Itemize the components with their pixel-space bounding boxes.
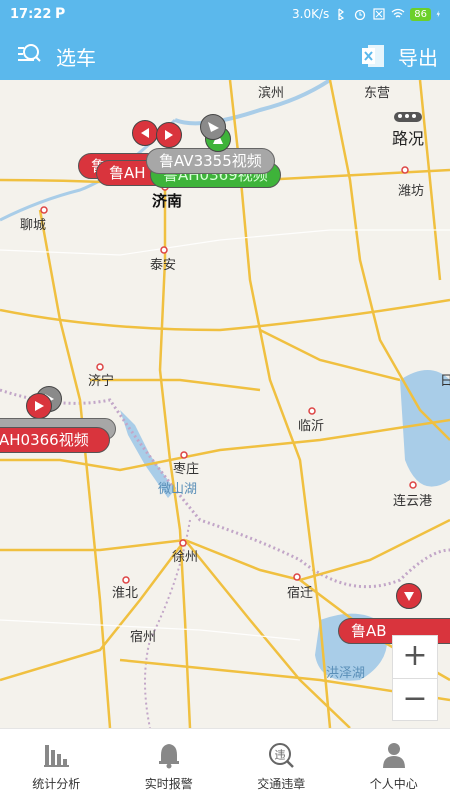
city-taian: 泰安 (150, 258, 177, 273)
city-suzhou: 宿州 (130, 630, 157, 645)
city-ri: 日 (440, 374, 450, 389)
city-huaibei: 淮北 (112, 586, 139, 601)
battery-indicator: 86 (410, 7, 431, 21)
select-vehicle-icon[interactable] (16, 42, 42, 68)
parking-icon: P (55, 6, 66, 22)
lake-hongze: 洪泽湖 (326, 666, 366, 681)
city-linyi: 临沂 (298, 419, 325, 434)
lake-weishan: 微山湖 (158, 482, 198, 497)
vehicle-marker[interactable] (396, 583, 422, 609)
zoom-control: + − (392, 635, 438, 721)
vehicle-marker[interactable] (132, 120, 158, 146)
app-header: 选车 导出 (0, 30, 450, 80)
wifi-icon (391, 8, 405, 18)
zoom-in-button[interactable]: + (393, 636, 437, 678)
violation-icon: 违 (269, 743, 295, 768)
city-weifang: 潍坊 (398, 184, 425, 199)
sim-icon (373, 8, 385, 20)
vehicle-label[interactable]: 鲁AV3355视频 (146, 148, 275, 174)
city-jining: 济宁 (88, 374, 115, 389)
city-zaozhuang: 枣庄 (173, 462, 200, 477)
city-xuzhou: 徐州 (172, 550, 199, 565)
select-vehicle-button[interactable]: 选车 (56, 42, 96, 71)
status-bar: 17:22 P 3.0K/s 86 (0, 0, 450, 30)
map-view[interactable]: 滨州 东营 济南 潍坊 聊城 泰安 济宁 临沂 枣庄 连云港 徐州 淮北 宿迁 … (0, 80, 450, 728)
bar-chart-icon (44, 745, 70, 767)
status-time: 17:22 (10, 7, 52, 22)
network-speed: 3.0K/s (292, 7, 330, 21)
bottom-nav: 统计分析 实时报警 违 交通违章 个人中心 (0, 728, 450, 800)
direction-arrow-icon (141, 128, 149, 138)
nav-violation[interactable]: 违 交通违章 (225, 729, 338, 800)
status-right: 3.0K/s 86 (292, 7, 444, 21)
direction-arrow-icon (35, 401, 44, 411)
direction-arrow-icon (404, 592, 414, 601)
nav-statistics[interactable]: 统计分析 (0, 729, 113, 800)
direction-arrow-icon (165, 130, 173, 140)
city-lianyungang: 连云港 (393, 494, 433, 509)
nav-alarm-label: 实时报警 (144, 777, 193, 791)
alarm-icon (355, 9, 366, 20)
vehicle-marker[interactable] (26, 393, 52, 419)
direction-arrow-icon (208, 122, 219, 132)
nav-alarm[interactable]: 实时报警 (113, 729, 226, 800)
vehicle-marker[interactable] (156, 122, 182, 148)
charging-icon (436, 10, 440, 18)
nav-profile-label: 个人中心 (369, 777, 418, 791)
city-suqian: 宿迁 (287, 586, 314, 601)
city-binzhou: 滨州 (258, 86, 285, 101)
city-jinan: 济南 (152, 192, 183, 210)
city-liaocheng: 聊城 (20, 218, 47, 233)
vehicle-marker[interactable] (200, 114, 226, 140)
nav-violation-label: 交通违章 (257, 777, 306, 791)
zoom-out-button[interactable]: − (393, 679, 437, 721)
road-condition-toggle[interactable]: 路况 (390, 108, 430, 148)
app-root: 17:22 P 3.0K/s 86 选车 导出 滨州 东营 济南 潍坊 聊城 泰… (0, 0, 450, 800)
nav-statistics-label: 统计分析 (32, 777, 81, 791)
yellow-river (174, 80, 332, 126)
road-condition-label: 路况 (392, 129, 425, 148)
svg-text:违: 违 (275, 749, 286, 762)
city-dongying: 东营 (364, 86, 391, 101)
bluetooth-icon (338, 8, 345, 20)
export-button[interactable]: 导出 (398, 42, 438, 71)
nav-profile[interactable]: 个人中心 (338, 729, 450, 800)
excel-icon[interactable] (360, 43, 386, 69)
bell-icon (158, 744, 179, 769)
person-icon (382, 743, 405, 768)
vehicle-label[interactable]: AH0366视频 (0, 427, 110, 453)
